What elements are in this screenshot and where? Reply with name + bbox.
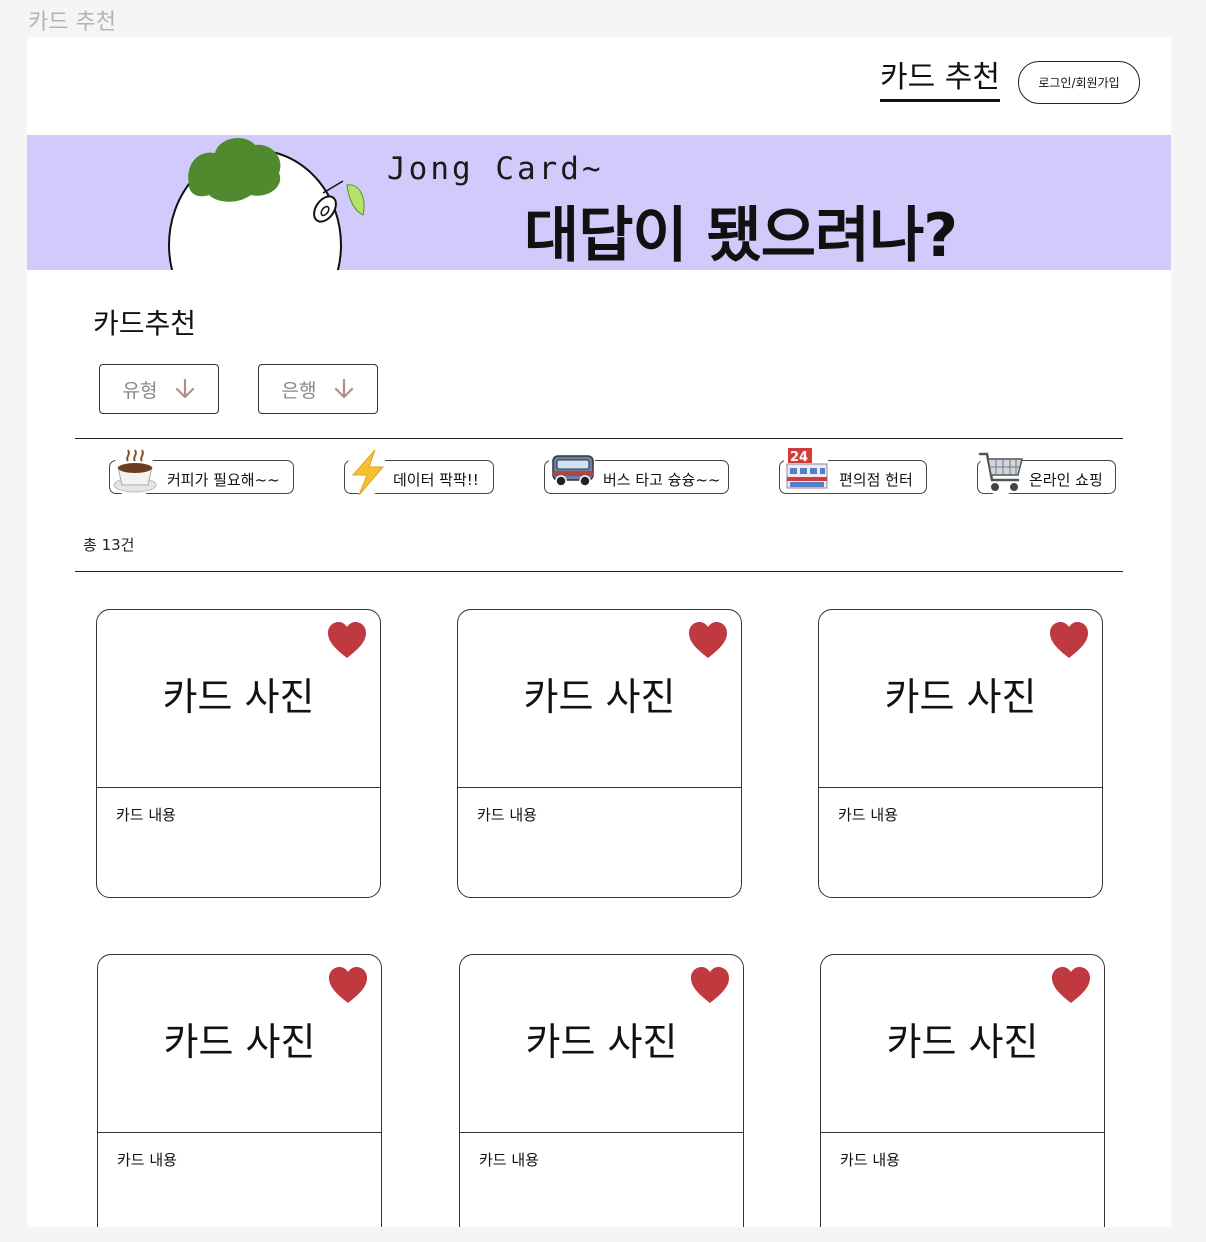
card-image-label: 카드 사진 xyxy=(525,1020,678,1064)
category-chip-bus[interactable]: 버스 타고 슝슝~~ xyxy=(544,453,729,494)
category-chip-convenience-store[interactable]: 24 편의점 헌터 xyxy=(779,448,927,494)
heart-icon[interactable] xyxy=(322,960,374,1012)
category-label: 온라인 쇼핑 xyxy=(1029,471,1103,489)
bus-icon xyxy=(549,453,595,487)
section-title: 카드추천 xyxy=(93,307,197,340)
category-chip-coffee[interactable]: 커피가 필요해~~ xyxy=(109,449,294,497)
hero-banner: Jong Card~ 대답이 됐으려나? xyxy=(27,135,1171,270)
filter-bank-label: 은행 xyxy=(281,379,317,402)
coffee-cup-icon xyxy=(111,449,157,497)
card-image-label: 카드 사진 xyxy=(163,1020,316,1064)
shopping-cart-icon xyxy=(978,449,1024,495)
card-image-label: 카드 사진 xyxy=(886,1020,1039,1064)
heart-icon[interactable] xyxy=(682,615,734,667)
category-label: 데이터 팍팍!! xyxy=(393,471,479,489)
arrow-down-icon xyxy=(334,378,354,400)
card-item[interactable]: 카드 사진 카드 내용 xyxy=(97,954,382,1227)
total-count: 총 13건 xyxy=(83,536,135,554)
card-item[interactable]: 카드 사진 카드 내용 xyxy=(457,609,742,898)
heart-icon[interactable] xyxy=(1045,960,1097,1012)
mascot-illustration xyxy=(168,138,365,270)
page-frame: 카드 추천 로그인/회원가입 Jong Card~ 대답이 됐으려나? 카드추천… xyxy=(27,37,1171,1227)
card-image-label: 카드 사진 xyxy=(523,675,676,719)
category-label: 커피가 필요해~~ xyxy=(167,471,280,489)
card-content: 카드 내용 xyxy=(477,806,537,824)
card-item[interactable]: 카드 사진 카드 내용 xyxy=(818,609,1103,898)
heart-icon[interactable] xyxy=(684,960,736,1012)
banner-subtitle: Jong Card~ xyxy=(387,151,604,187)
filter-type-label: 유형 xyxy=(122,379,158,402)
category-chip-data[interactable]: 데이터 팍팍!! xyxy=(344,449,494,496)
login-signup-button[interactable]: 로그인/회원가입 xyxy=(1018,61,1140,104)
card-image-label: 카드 사진 xyxy=(884,675,1037,719)
nav-card-recommend-link[interactable]: 카드 추천 xyxy=(880,59,1000,102)
card-image-label: 카드 사진 xyxy=(162,675,315,719)
arrow-down-icon xyxy=(175,378,195,400)
card-content: 카드 내용 xyxy=(117,1151,177,1169)
category-label: 편의점 헌터 xyxy=(839,471,913,489)
card-content: 카드 내용 xyxy=(116,806,176,824)
svg-text:24: 24 xyxy=(790,450,808,465)
filter-type-dropdown[interactable]: 유형 xyxy=(99,364,219,414)
heart-icon[interactable] xyxy=(1043,615,1095,667)
divider xyxy=(75,438,1123,439)
card-content: 카드 내용 xyxy=(838,806,898,824)
card-item[interactable]: 카드 사진 카드 내용 xyxy=(459,954,744,1227)
convenience-store-icon: 24 xyxy=(784,448,828,492)
lightning-icon xyxy=(345,449,389,496)
filter-bank-dropdown[interactable]: 은행 xyxy=(258,364,378,414)
heart-icon[interactable] xyxy=(321,615,373,667)
card-content: 카드 내용 xyxy=(840,1151,900,1169)
category-chip-online-shopping[interactable]: 온라인 쇼핑 xyxy=(977,449,1116,495)
divider xyxy=(75,571,1123,572)
frame-label: 카드 추천 xyxy=(28,10,116,35)
card-item[interactable]: 카드 사진 카드 내용 xyxy=(96,609,381,898)
banner-headline: 대답이 됐으려나? xyxy=(524,201,958,270)
category-label: 버스 타고 슝슝~~ xyxy=(603,471,721,489)
card-content: 카드 내용 xyxy=(479,1151,539,1169)
card-item[interactable]: 카드 사진 카드 내용 xyxy=(820,954,1105,1227)
